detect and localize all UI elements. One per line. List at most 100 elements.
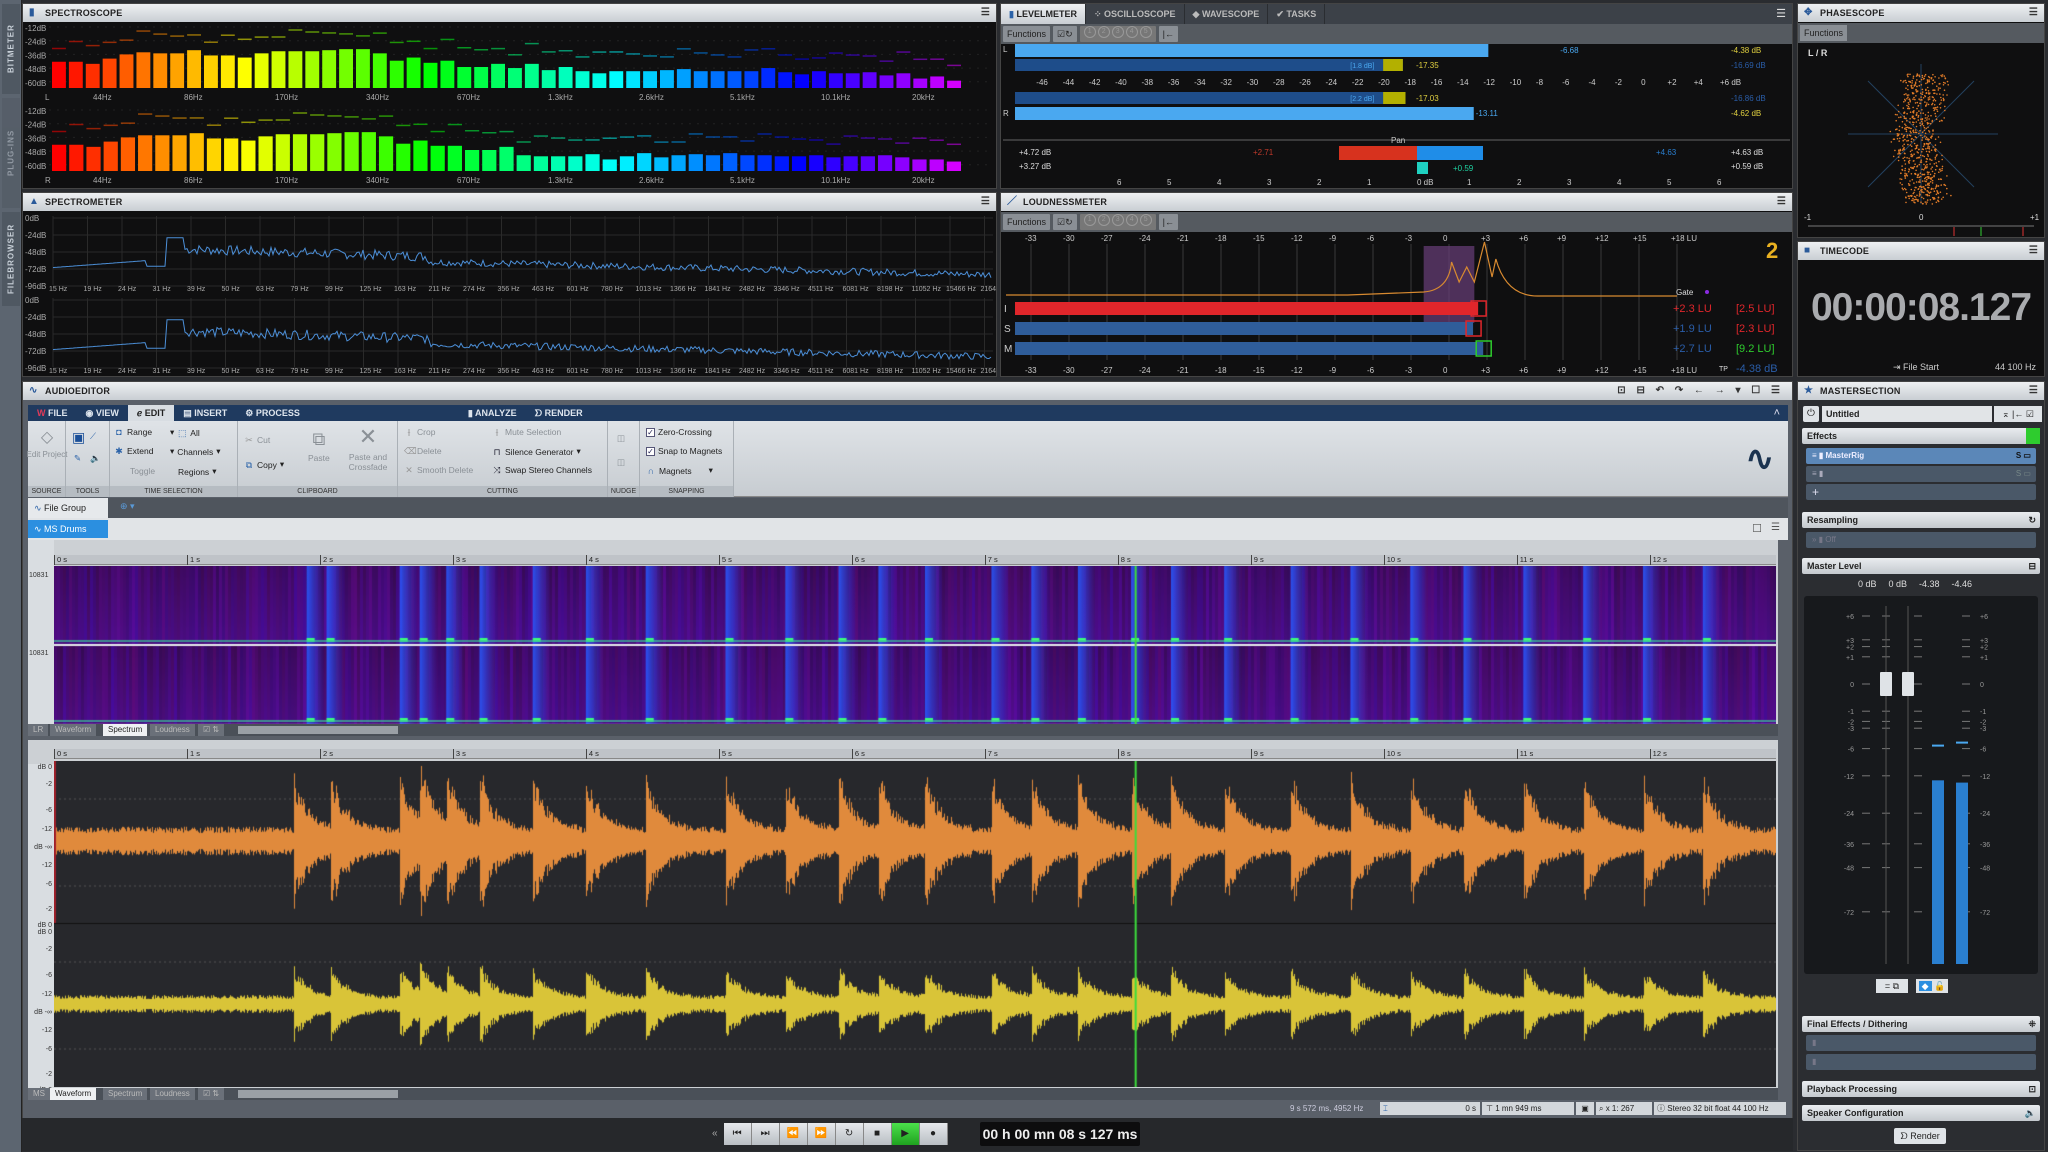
preset-5[interactable]: 5 <box>1139 26 1152 38</box>
length-field[interactable]: ⊤ 1 mn 949 ms <box>1482 1102 1574 1115</box>
resampling-header[interactable]: Resampling ↻ <box>1802 512 2040 528</box>
preset-3[interactable]: 3 <box>1111 214 1124 226</box>
preset-3[interactable]: 3 <box>1111 26 1124 38</box>
panel-menu-icon[interactable]: ☰ <box>981 4 990 22</box>
sidebar-tab-plugins[interactable]: PLUG-INS <box>2 98 20 208</box>
time-ruler[interactable]: 0 s 1 s 2 s 3 s 4 s 5 s 6 s 7 s 8 s 9 s 10 s 11 s 12… <box>54 555 1776 565</box>
horizontal-scrollbar[interactable] <box>238 1090 398 1098</box>
zoom-field[interactable]: ⌕ x 1: 267 <box>1596 1102 1652 1115</box>
lower-tab-spectrum[interactable]: Spectrum <box>103 1088 148 1100</box>
collapse-ribbon-icon[interactable]: ˄ <box>1774 405 1788 421</box>
panel-menu-icon[interactable]: ☰ <box>1771 522 1780 533</box>
panel-menu-icon[interactable]: ☰ <box>1777 193 1786 211</box>
nudge-right-icon[interactable]: ◫ <box>617 457 625 468</box>
preset-1[interactable]: 1 <box>1083 214 1096 226</box>
nav-insert[interactable]: ▤ INSERT <box>174 405 236 421</box>
record-button[interactable]: ● <box>919 1123 948 1145</box>
tab-levelmeter[interactable]: ▮ LEVELMETER <box>1001 4 1086 24</box>
effects-on-icon[interactable] <box>2026 428 2040 444</box>
silence-generator-button[interactable]: ⊓ Silence Generator ▾ <box>492 446 580 457</box>
link-faders-icon[interactable]: = ⧉ <box>1876 979 1908 993</box>
tab-wavescope[interactable]: ◆ WAVESCOPE <box>1185 4 1269 24</box>
functions-menu[interactable]: Functions <box>1003 214 1051 230</box>
reset-icon[interactable]: ☑↻ <box>1053 214 1077 230</box>
final-effects-header[interactable]: Final Effects / Dithering ⁜ <box>1802 1016 2040 1032</box>
preset-2[interactable]: 2 <box>1097 214 1110 226</box>
rewind-button[interactable]: ⏪ <box>779 1123 808 1145</box>
collapse-icon[interactable]: ⊟ <box>2028 558 2036 574</box>
functions-menu[interactable]: Functions <box>1800 25 1848 41</box>
effect-slot-2[interactable]: ≡ ▮ S ▭ <box>1806 466 2036 482</box>
reset-peaks-icon[interactable]: |← <box>1158 26 1178 42</box>
regions-button[interactable]: Regions ▾ <box>178 466 216 477</box>
maximize-icon[interactable]: ☐ <box>1752 522 1762 535</box>
format-field[interactable]: ⓘ Stereo 32 bit float 44 100 Hz <box>1654 1102 1786 1115</box>
nav-analyze[interactable]: ▮ ANALYZE <box>459 405 526 421</box>
play-button[interactable]: ▶ <box>891 1123 920 1145</box>
time-ruler[interactable]: 0 s 1 s 2 s 3 s 4 s 5 s 6 s 7 s 8 s 9 s 10 s 11 s 12… <box>54 749 1776 759</box>
final-effect-slot-1[interactable]: ▮ <box>1806 1035 2036 1051</box>
speaker-config-header[interactable]: Speaker Configuration 🔈 <box>1802 1105 2040 1121</box>
range-button[interactable]: ◘ Range <box>114 427 152 437</box>
final-effect-slot-2[interactable]: ▮ <box>1806 1054 2036 1070</box>
panel-menu-icon[interactable]: ☰ <box>981 193 990 211</box>
delete-button[interactable]: ⌫ Delete <box>404 446 442 456</box>
panel-menu-icon[interactable]: ☰ <box>2029 382 2038 400</box>
snap-magnets-checkbox[interactable]: ✓ Snap to Magnets <box>646 446 722 456</box>
nav-render[interactable]: ᗤ RENDER <box>526 405 592 421</box>
paste-crossfade-button[interactable]: ✕ Paste and Crossfade <box>343 425 393 473</box>
solo-bypass-icon[interactable]: S ▭ <box>2016 448 2031 464</box>
upper-tab-spectrum[interactable]: Spectrum <box>103 724 148 736</box>
render-button[interactable]: ᗤ Render <box>1894 1128 1946 1144</box>
lower-tab-waveform[interactable]: Waveform <box>50 1088 97 1100</box>
panel-menu-icon[interactable]: ☰ <box>2029 4 2038 22</box>
master-level-header[interactable]: Master Level ⊟ <box>1802 558 2040 574</box>
effects-header[interactable]: Effects <box>1802 428 2040 444</box>
copy-button[interactable]: ⧉ Copy ▾ <box>244 459 284 470</box>
upper-tab-loudness[interactable]: Loudness <box>150 724 195 736</box>
go-start-button[interactable]: ⏮ <box>723 1123 752 1145</box>
effect-slot-1[interactable]: ≡ ▮ MasterRig S ▭ <box>1806 448 2036 464</box>
panel-menu-icon[interactable]: ☰ <box>2029 242 2038 260</box>
power-icon[interactable]: ⏻ <box>1803 406 1819 422</box>
preset-2[interactable]: 2 <box>1097 26 1110 38</box>
stop-button[interactable]: ■ <box>863 1123 892 1145</box>
channel-ms[interactable]: MS <box>28 1088 50 1100</box>
select-all-button[interactable]: ▾ ⬚ All <box>170 427 200 438</box>
timecode-display[interactable]: 00:00:08.127 <box>1798 286 2044 330</box>
display-icon[interactable]: ▣ <box>1576 1102 1594 1115</box>
collapse-icon[interactable]: « <box>712 1123 724 1145</box>
extend-button[interactable]: ✱ Extend <box>114 446 153 456</box>
speaker-tool-icon[interactable]: 🔈 <box>90 453 101 464</box>
tab-tasks[interactable]: ✔ TASKS <box>1268 4 1326 24</box>
lower-tab-loudness[interactable]: Loudness <box>150 1088 195 1100</box>
nav-file[interactable]: W FILE <box>28 405 77 421</box>
swap-stereo-button[interactable]: ⤨ Swap Stereo Channels <box>492 465 592 475</box>
view-options-icon[interactable]: ☑ ⇅ <box>198 1088 225 1100</box>
nav-edit[interactable]: ℯ EDIT <box>127 405 175 421</box>
preset-5[interactable]: 5 <box>1139 214 1152 226</box>
panel-menu-icon[interactable]: ☰ <box>1776 4 1792 24</box>
waveform-display[interactable] <box>54 761 1776 1087</box>
zero-crossing-checkbox[interactable]: ✓ Zero-Crossing <box>646 427 712 437</box>
add-file-icon[interactable]: ⊕ ▾ <box>120 501 135 512</box>
mute-selection-button[interactable]: ⫲ Mute Selection <box>492 427 562 437</box>
tab-oscilloscope[interactable]: ⁘ OSCILLOSCOPE <box>1086 4 1185 24</box>
sidebar-tab-filebrowser[interactable]: FILEBROWSER <box>2 212 20 306</box>
transport-time-display[interactable]: 00 h 00 mn 08 s 127 ms <box>980 1122 1140 1146</box>
upper-tab-waveform[interactable]: Waveform <box>50 724 97 736</box>
loop-button[interactable]: ↻ <box>835 1123 864 1145</box>
go-end-button[interactable]: ⏭ <box>751 1123 780 1145</box>
timecode-origin[interactable]: ⇥ File Start <box>1893 362 1939 373</box>
sidebar-tab-bitmeter[interactable]: BITMETER <box>2 4 20 94</box>
forward-button[interactable]: ⏩ <box>807 1123 836 1145</box>
file-tab-ms-drums[interactable]: ∿ MS Drums <box>28 520 108 538</box>
view-options-icon[interactable]: ☑ ⇅ <box>198 724 225 736</box>
preset-name-field[interactable]: Untitled <box>1822 406 1992 422</box>
playback-processing-header[interactable]: Playback Processing ⊡ <box>1802 1081 2040 1097</box>
toggle-button[interactable]: Toggle <box>130 466 155 476</box>
reset-peaks-icon[interactable]: |← <box>1158 214 1178 230</box>
channel-lr[interactable]: LR <box>28 724 49 736</box>
cut-button[interactable]: ✂ Cut <box>244 435 270 445</box>
editor-toolbar-icons[interactable]: ⊡ ⊟ ↶ ↷ ← → ▾ ☐ ☰ <box>1617 382 1784 400</box>
